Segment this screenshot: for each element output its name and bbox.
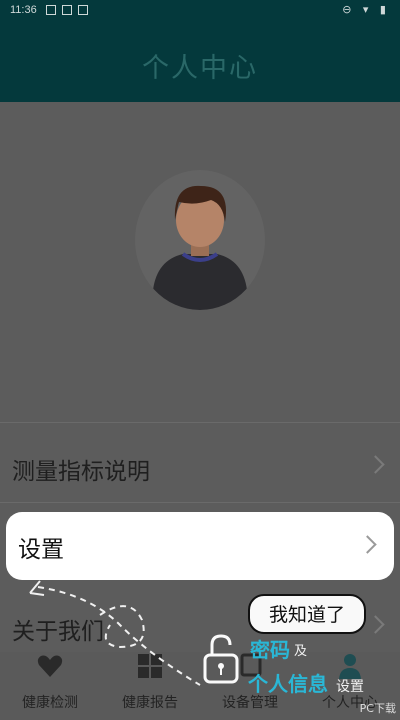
lock-icon (203, 634, 239, 684)
guide-settings-text: 设置 (336, 679, 364, 695)
watermark: PC下载 (359, 702, 396, 715)
menu-item-label: 测量指标说明 (12, 459, 150, 485)
status-icons: ⊖ ▾ ▮ (342, 3, 390, 16)
status-bar: 11:36 ⊖ ▾ ▮ (0, 0, 400, 22)
status-time: 11:36 (10, 4, 37, 16)
tab-label: 健康报告 (122, 695, 178, 711)
guide-password-text: 密码 (250, 638, 290, 662)
divider (0, 422, 400, 423)
divider (0, 502, 400, 503)
got-it-button[interactable]: 我知道了 (248, 594, 366, 634)
page-title: 个人中心 (142, 53, 258, 84)
image-notification-icon (46, 5, 56, 15)
menu-item-settings[interactable]: 设置 (6, 512, 394, 580)
grid-notification-icon (62, 5, 72, 15)
guide-personal-info-text: 个人信息 (248, 672, 328, 696)
tab-label: 健康检测 (22, 695, 78, 711)
chevron-right-icon (366, 615, 385, 634)
menu-item-label: 设置 (18, 537, 64, 563)
avatar[interactable] (135, 170, 265, 310)
menu-item-measurement-guide[interactable]: 测量指标说明 (0, 438, 400, 498)
app-notification-icon (78, 5, 88, 15)
guide-arrow-icon (29, 580, 201, 686)
chevron-right-icon (358, 535, 377, 554)
chevron-right-icon (366, 455, 385, 474)
app-header: 个人中心 (0, 22, 400, 102)
avatar-person-icon (153, 185, 247, 310)
guide-and-text: 及 (294, 644, 308, 659)
